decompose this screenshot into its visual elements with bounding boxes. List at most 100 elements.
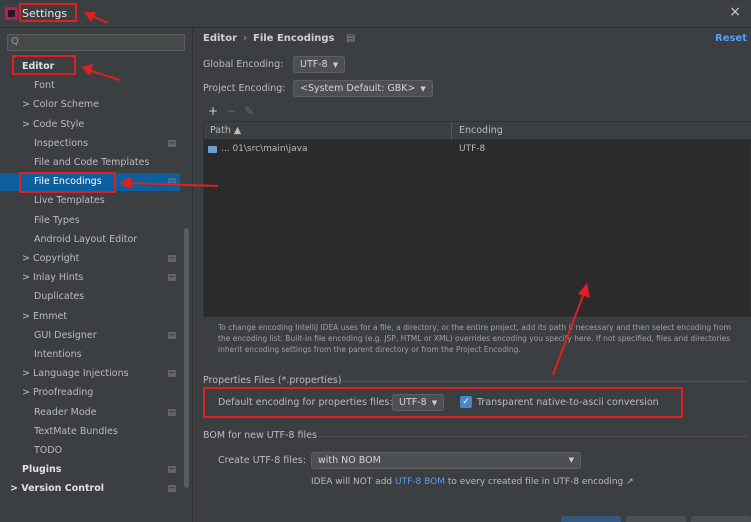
sidebar-item[interactable]: Inspections ▤ — [0, 135, 180, 153]
add-icon[interactable]: + — [208, 104, 218, 118]
project-scope-icon: ▤ — [167, 138, 176, 149]
sidebar-item-label: File and Code Templates — [34, 157, 150, 168]
column-header-encoding[interactable]: Encoding — [459, 125, 503, 136]
sidebar-item[interactable]: > Code Style — [0, 116, 180, 134]
sidebar-item-label: > Inlay Hints — [22, 272, 84, 284]
breadcrumb-separator: › — [243, 33, 247, 44]
annotation-box-file-encodings — [19, 172, 116, 193]
row-path: ... 01\src\main\java — [221, 144, 308, 154]
sidebar-scrollbar[interactable] — [184, 228, 189, 488]
column-divider[interactable] — [451, 122, 452, 140]
reset-link[interactable]: Reset — [715, 33, 747, 44]
remove-icon[interactable]: − — [226, 104, 236, 118]
project-encoding-select[interactable]: <System Default: GBK> ▼ — [293, 80, 433, 97]
table-toolbar: + − ✎ — [208, 104, 262, 118]
sidebar-item[interactable]: TextMate Bundles — [0, 423, 180, 441]
annotation-box-title — [19, 3, 77, 22]
sidebar-item-label: > Color Scheme — [22, 99, 100, 111]
breadcrumb-page: File Encodings — [253, 33, 335, 44]
project-scope-icon: ▤ — [167, 177, 176, 188]
settings-sidebar: Q Editor Font > Color Scheme > Code Style In… — [0, 28, 193, 522]
annotation-box-editor — [12, 55, 76, 75]
sidebar-item-label: > Copyright — [22, 253, 80, 264]
sidebar-item-label: GUI Designer — [34, 329, 97, 341]
sidebar-item-label: Reader Mode — [34, 406, 97, 418]
sidebar-item-label: > Code Style — [22, 118, 85, 130]
sidebar-item-label: TODO — [34, 445, 63, 456]
sidebar-item[interactable]: Android Layout Editor — [0, 231, 180, 249]
project-scope-icon: ▤ — [346, 33, 356, 44]
breadcrumb: Editor › File Encodings ▤ — [203, 33, 355, 44]
section-divider — [342, 381, 747, 382]
global-encoding-select[interactable]: UTF-8 ▼ — [293, 56, 346, 73]
sidebar-item[interactable]: > Inlay Hints ▤ — [0, 269, 180, 287]
sidebar-item-label: > Version Control — [10, 483, 105, 495]
project-encoding-value: <System Default: GBK> — [300, 83, 416, 94]
utf8-bom-link[interactable]: UTF-8 BOM — [395, 477, 445, 487]
project-scope-icon: ▤ — [167, 484, 176, 495]
folder-icon — [208, 146, 217, 153]
search-input[interactable]: Q — [7, 34, 185, 51]
bom-info-suffix: to every created file in UTF-8 encoding … — [447, 477, 634, 487]
app-icon — [5, 7, 18, 20]
project-scope-icon: ▤ — [167, 407, 176, 418]
sidebar-item[interactable]: > Copyright ▤ — [0, 250, 180, 268]
sidebar-item[interactable]: > Proofreading — [0, 384, 180, 402]
global-encoding-value: UTF-8 — [300, 59, 328, 70]
sidebar-item-label: Intentions — [34, 349, 82, 360]
search-icon: Q — [11, 36, 19, 47]
sidebar-item[interactable]: Intentions — [0, 346, 180, 364]
sidebar-item[interactable]: Font — [0, 77, 180, 95]
project-scope-icon: ▤ — [167, 254, 176, 264]
sidebar-item[interactable]: Reader Mode ▤ — [0, 404, 180, 422]
sidebar-item[interactable]: > Emmet — [0, 308, 180, 326]
sidebar-item-label: File Types — [34, 214, 80, 226]
sidebar-item-label: Plugins — [22, 464, 62, 476]
ok-button[interactable] — [561, 516, 621, 522]
sidebar-item[interactable]: File and Code Templates — [0, 154, 180, 172]
title-bar: Settings × — [0, 0, 751, 28]
sidebar-item[interactable]: > Language Injections ▤ — [0, 365, 180, 383]
project-scope-icon: ▤ — [167, 273, 176, 284]
column-header-path[interactable]: Path ▲ — [210, 125, 241, 136]
sidebar-item-label: Font — [34, 80, 55, 92]
project-scope-icon: ▤ — [167, 330, 176, 341]
close-icon[interactable]: × — [729, 4, 741, 20]
edit-icon[interactable]: ✎ — [244, 104, 254, 118]
chevron-down-icon: ▼ — [420, 85, 426, 93]
project-scope-icon: ▤ — [167, 369, 176, 380]
sidebar-item[interactable]: Plugins ▤ — [0, 461, 180, 479]
chevron-down-icon: ▼ — [568, 456, 574, 464]
sidebar-item-label: > Emmet — [22, 310, 68, 322]
sidebar-item-label: > Proofreading — [22, 387, 94, 399]
sidebar-item[interactable]: Live Templates — [0, 192, 180, 210]
global-encoding-label: Global Encoding: — [203, 59, 284, 70]
apply-button[interactable] — [691, 516, 751, 522]
project-encoding-label: Project Encoding: — [203, 83, 286, 94]
sidebar-item[interactable]: Duplicates — [0, 288, 180, 306]
breadcrumb-editor[interactable]: Editor — [203, 33, 237, 44]
chevron-down-icon: ▼ — [332, 61, 339, 69]
table-header: Path ▲ Encoding — [204, 122, 751, 140]
sidebar-item-label: > Language Injections — [22, 368, 129, 380]
sidebar-item[interactable]: File Types — [0, 212, 180, 230]
sidebar-item-label: Duplicates — [34, 291, 85, 303]
sidebar-item-label: TextMate Bundles — [34, 425, 118, 437]
bom-info-prefix: IDEA will NOT add — [311, 477, 393, 487]
bom-info: IDEA will NOT add UTF-8 BOM to every cre… — [311, 477, 634, 487]
row-encoding[interactable]: UTF-8 — [459, 144, 485, 154]
sidebar-item[interactable]: > Color Scheme — [0, 96, 180, 114]
path-encoding-table: Path ▲ Encoding ... 01\src\main\java UTF… — [203, 121, 751, 317]
bom-select[interactable]: with NO BOM ▼ — [311, 452, 581, 469]
sidebar-item-label: Android Layout Editor — [34, 233, 138, 245]
table-row[interactable]: ... 01\src\main\java UTF-8 — [204, 142, 751, 158]
cancel-button[interactable] — [626, 516, 686, 522]
sidebar-item[interactable]: > Version Control ▤ — [0, 480, 180, 498]
sidebar-item[interactable]: GUI Designer ▤ — [0, 327, 180, 345]
sidebar-item[interactable]: TODO — [0, 442, 180, 460]
encoding-description: To change encoding IntelliJ IDEA uses fo… — [218, 323, 731, 354]
properties-section-title: Properties Files (*.properties) — [203, 375, 342, 386]
sidebar-item-label: Live Templates — [34, 195, 105, 207]
project-scope-icon: ▤ — [167, 465, 176, 476]
settings-content: Editor › File Encodings ▤ Reset Global Enc… — [194, 28, 751, 522]
